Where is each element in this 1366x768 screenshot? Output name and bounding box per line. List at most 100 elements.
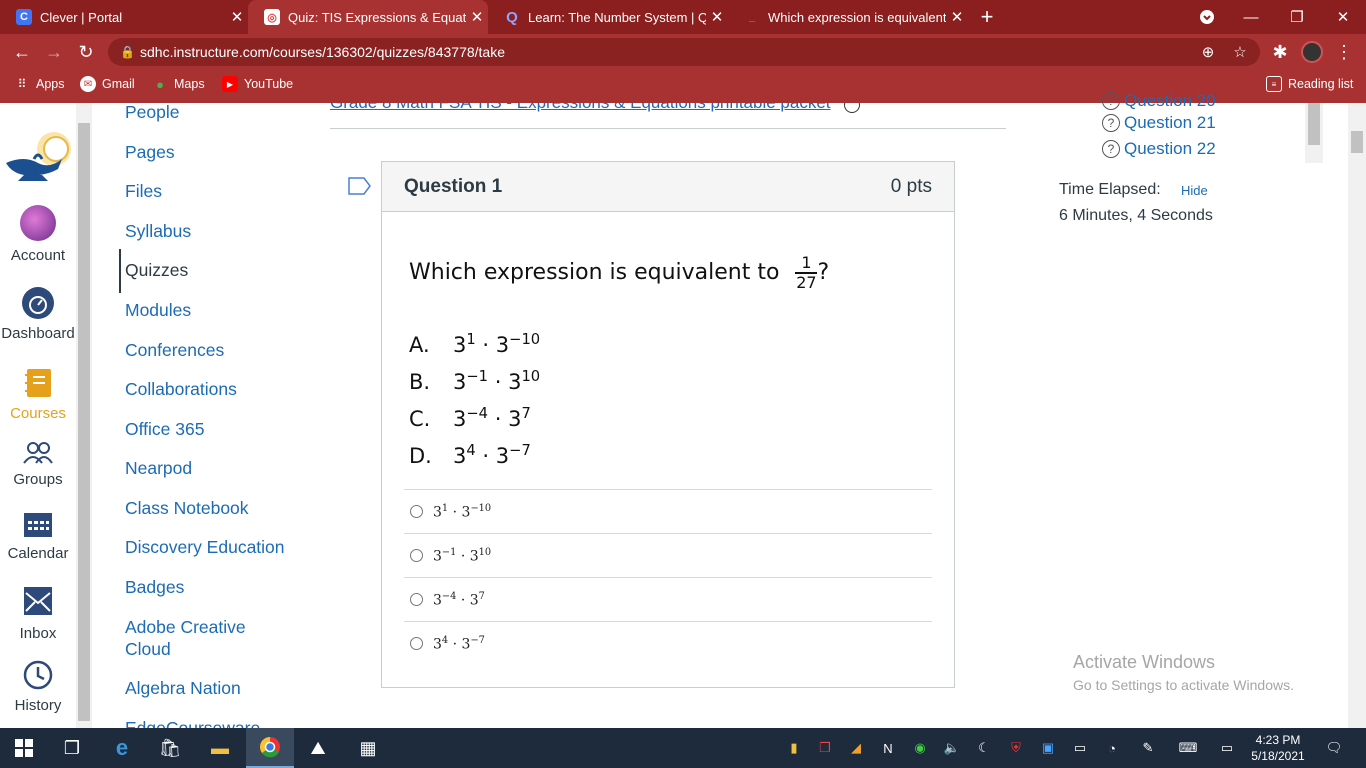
reading-list-button[interactable]: ≡ Reading list [1266,70,1353,98]
course-nav-class-notebook[interactable]: Class Notebook [125,497,249,519]
close-window-button[interactable]: ✕ [1320,0,1366,34]
nav-dashboard[interactable]: Dashboard [0,287,76,342]
flag-question-icon[interactable] [348,177,372,200]
photos-icon[interactable]: ⛰ [294,728,342,768]
course-nav-conferences[interactable]: Conferences [125,339,224,361]
quizizz-icon: Q [506,8,518,26]
bookmark-apps[interactable]: ⠿ Apps [14,70,65,98]
calculator-icon[interactable]: ▦ [344,728,392,768]
school-logo[interactable] [4,125,74,185]
pen-icon[interactable]: ✎ [1138,728,1158,768]
close-icon[interactable]: ✕ [226,8,248,26]
download-icon[interactable] [844,103,860,113]
menu-icon[interactable]: ⋮ [1328,34,1360,70]
hide-timer-link[interactable]: Hide [1181,183,1208,198]
question-nav-20[interactable]: ? Question 20 [1102,91,1216,111]
back-button[interactable]: ← [6,34,38,70]
close-icon[interactable]: ✕ [946,8,968,26]
scrollbar-thumb[interactable] [1351,131,1363,153]
history-icon [22,659,54,691]
nav-account[interactable]: Account [0,205,76,264]
course-nav-office-365[interactable]: Office 365 [125,418,204,440]
keyboard-icon[interactable]: ⌨ [1174,728,1202,768]
display-icon[interactable]: ▭ [1216,728,1238,768]
answer-option[interactable]: 3−4 · 37 [404,577,932,621]
course-nav-modules[interactable]: Modules [125,299,191,321]
forward-button[interactable]: → [38,34,70,70]
tray-icon-shield[interactable]: ▮ [784,728,804,768]
bookmark-star-icon[interactable]: ☆ [1226,38,1254,66]
tab-search-icon[interactable] [1184,0,1230,34]
answer-option[interactable]: 34 · 3−7 [404,621,932,665]
tray-icon-chrome-remote[interactable]: ◉ [910,728,930,768]
wifi-icon[interactable]: ◔ [1102,728,1122,768]
scrollbar-thumb[interactable] [1308,103,1320,145]
battery-icon[interactable]: ▭ [1070,728,1090,768]
reload-button[interactable]: ↻ [70,34,102,70]
zoom-icon[interactable]: ⊕ [1194,38,1222,66]
course-nav-edgecourseware[interactable]: EdgeCourseware [125,717,260,728]
tray-icon-vlc[interactable]: ◢ [846,728,866,768]
extensions-icon[interactable]: ✱ [1264,34,1296,70]
tab-clever[interactable]: C Clever | Portal ✕ [0,0,248,34]
task-view-icon[interactable]: ❐ [48,728,96,768]
tab-quiz[interactable]: ◎ Quiz: TIS Expressions & Equations ✕ [248,0,488,34]
store-icon[interactable]: 🛍 [146,728,194,768]
scrollbar-thumb[interactable] [78,123,90,721]
profile-avatar[interactable] [1296,34,1328,70]
tab-title: Quiz: TIS Expressions & Equations [288,9,466,25]
question-nav-22[interactable]: ? Question 22 [1102,139,1216,159]
answer-option[interactable]: 3−1 · 310 [404,533,932,577]
radio-button[interactable] [410,637,423,650]
course-nav-discovery-education[interactable]: Discovery Education [125,536,285,558]
radio-button[interactable] [410,505,423,518]
nav-groups[interactable]: Groups [0,441,76,488]
course-nav-collaborations[interactable]: Collaborations [125,378,237,400]
notifications-icon[interactable]: 🗨 [1322,728,1346,768]
file-explorer-icon[interactable]: ▬ [196,728,244,768]
radio-button[interactable] [410,549,423,562]
bookmark-gmail[interactable]: ✉ Gmail [80,70,135,98]
chrome-icon[interactable] [246,728,294,768]
nav-inbox[interactable]: Inbox [0,585,76,642]
restore-button[interactable]: ❐ [1274,0,1320,34]
nav-history[interactable]: History [0,659,76,714]
course-nav-algebra-nation[interactable]: Algebra Nation [125,677,241,699]
course-nav-syllabus[interactable]: Syllabus [125,220,191,242]
bookmark-maps[interactable]: ● Maps [152,70,205,98]
minimize-button[interactable]: — [1228,0,1274,34]
tray-icon-network-app[interactable]: ▣ [1038,728,1058,768]
course-nav-badges[interactable]: Badges [125,576,184,598]
course-nav-pages[interactable]: Pages [125,141,175,163]
close-icon[interactable]: ✕ [466,8,488,26]
nav-calendar[interactable]: Calendar [0,509,76,562]
nav-courses[interactable]: Courses [0,367,76,422]
security-icon[interactable]: ⛨ [1006,728,1026,768]
tray-icon-nx[interactable]: N [878,728,898,768]
page-scrollbar[interactable] [1348,103,1366,728]
course-nav-nearpod[interactable]: Nearpod [125,457,192,479]
close-icon[interactable]: ✕ [706,8,728,26]
edge-icon[interactable]: e [98,728,146,768]
tab-quizizz[interactable]: Q Learn: The Number System | Quizizz ✕ [488,0,728,34]
course-nav-files[interactable]: Files [125,180,162,202]
system-clock[interactable]: 4:23 PM 5/18/2021 [1248,728,1308,768]
course-nav-quizzes[interactable]: Quizzes [125,259,188,281]
packet-link[interactable]: Grade 8 Math FSA TIS - Expressions & Equ… [330,103,831,113]
tray-icon-app[interactable]: ❐ [815,728,835,768]
tab-brainly[interactable]: _ Which expression is equivalent to ✕ [728,0,968,34]
sidebar-scrollbar[interactable] [1305,103,1323,163]
new-tab-button[interactable]: + [970,0,1004,34]
nav-scrollbar[interactable] [76,103,92,728]
start-button[interactable] [0,728,48,768]
night-light-icon[interactable]: ☾ [974,728,994,768]
question-nav-21[interactable]: ? Question 21 [1102,113,1216,133]
course-nav-adobe-creative-cloud[interactable]: Adobe Creative Cloud [125,616,275,660]
radio-button[interactable] [410,593,423,606]
browser-toolbar: ← → ↻ 🔒 sdhc.instructure.com/courses/136… [0,34,1366,70]
volume-icon[interactable]: 🔈 [942,728,962,768]
course-nav-people[interactable]: People [125,103,180,123]
address-bar[interactable]: 🔒 sdhc.instructure.com/courses/136302/qu… [108,38,1260,66]
answer-option[interactable]: 31 · 3−10 [404,489,932,533]
bookmark-youtube[interactable]: ▶ YouTube [222,70,293,98]
